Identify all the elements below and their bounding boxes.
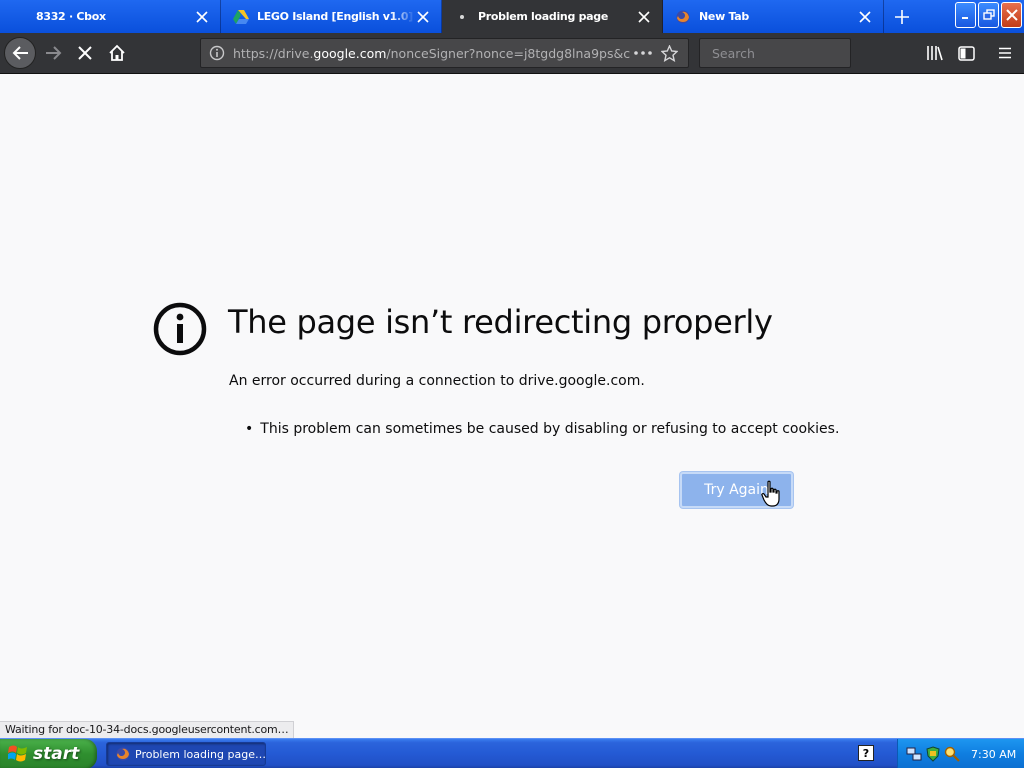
tab-new-tab[interactable]: New Tab [663, 0, 884, 33]
error-description: An error occurred during a connection to… [229, 373, 645, 389]
arrow-right-icon [46, 46, 62, 60]
tab-cbox[interactable]: 8332 · Cbox [0, 0, 221, 33]
star-icon [660, 44, 678, 62]
stop-icon [78, 46, 92, 60]
back-button[interactable] [4, 37, 36, 69]
close-icon[interactable] [636, 9, 652, 25]
dot-icon [454, 9, 470, 25]
windows-logo-icon [8, 745, 27, 762]
tab-title: Problem loading page [478, 10, 609, 23]
restore-icon [982, 9, 995, 20]
home-button[interactable] [102, 38, 132, 68]
tab-title: LEGO Island [English v1.0].zip - Google … [257, 10, 415, 23]
tab-strip: 8332 · Cbox LEGO Island [English v1.0].z… [0, 0, 1024, 33]
close-icon[interactable] [194, 9, 210, 25]
system-tray: 7:30 AM [897, 739, 1024, 768]
help-icon[interactable]: ? [858, 745, 874, 761]
hamburger-menu-icon [999, 47, 1011, 59]
tab-title: New Tab [699, 10, 749, 23]
info-circle-icon [153, 302, 207, 356]
url-host: google.com [313, 45, 387, 61]
sidebar-button[interactable] [951, 38, 981, 68]
minimize-icon [961, 17, 968, 19]
taskbar-item-firefox[interactable]: Problem loading page… [106, 742, 266, 766]
network-icon[interactable] [906, 746, 922, 762]
more-horizontal-icon [634, 51, 652, 55]
url-path: /nonceSigner?nonce=j8tgdg8lna9ps&co [386, 45, 630, 61]
tab-problem-loading[interactable]: Problem loading page [442, 0, 663, 33]
list-item: This problem can sometimes be caused by … [245, 421, 839, 437]
hand-cursor-icon [761, 480, 780, 507]
arrow-left-icon [12, 46, 28, 60]
library-button[interactable] [920, 38, 950, 68]
tab-google-drive[interactable]: LEGO Island [English v1.0].zip - Google … [221, 0, 442, 33]
menu-button[interactable] [990, 38, 1020, 68]
error-suggestions: This problem can sometimes be caused by … [245, 421, 839, 437]
page-actions-button[interactable] [630, 40, 656, 66]
google-drive-icon [233, 9, 249, 25]
sidebar-icon [957, 45, 975, 61]
error-title: The page isn’t redirecting properly [228, 303, 773, 341]
window-controls [955, 2, 1022, 28]
plus-icon [895, 9, 909, 24]
bookmark-star-button[interactable] [656, 40, 682, 66]
error-page: The page isn’t redirecting properly An e… [0, 75, 1024, 721]
start-button[interactable]: start [0, 739, 97, 768]
tab-title: 8332 · Cbox [36, 10, 106, 23]
search-box[interactable] [699, 38, 868, 68]
minimize-button[interactable] [955, 2, 976, 28]
firefox-icon [116, 747, 130, 761]
new-tab-button[interactable] [884, 0, 920, 33]
status-text: Waiting for doc-10-34-docs.googleusercon… [0, 721, 295, 738]
library-icon [927, 46, 943, 61]
url-prefix: https://drive. [233, 45, 314, 61]
firefox-icon [675, 9, 691, 25]
empty-favicon [12, 9, 28, 25]
home-icon [109, 44, 125, 61]
close-icon[interactable] [415, 9, 431, 25]
navigation-toolbar: https://drive.google.com/nonceSigner?non… [0, 33, 1024, 74]
search-input[interactable] [712, 43, 868, 63]
restore-button[interactable] [978, 2, 999, 28]
stop-button[interactable] [70, 38, 100, 68]
security-shield-icon[interactable] [925, 746, 941, 762]
taskbar: start Problem loading page… ? 7:30 AM [0, 738, 1024, 768]
search-icon[interactable] [944, 746, 960, 762]
taskbar-item-label: Problem loading page… [135, 747, 266, 761]
close-window-button[interactable] [1001, 2, 1022, 28]
url-bar[interactable]: https://drive.google.com/nonceSigner?non… [200, 38, 689, 68]
close-icon [1005, 9, 1018, 21]
forward-button[interactable] [39, 38, 69, 68]
clock: 7:30 AM [971, 747, 1017, 761]
url-text[interactable]: https://drive.google.com/nonceSigner?non… [233, 46, 630, 61]
site-info-icon[interactable] [207, 43, 227, 63]
start-label: start [33, 744, 80, 764]
close-icon[interactable] [857, 9, 873, 25]
